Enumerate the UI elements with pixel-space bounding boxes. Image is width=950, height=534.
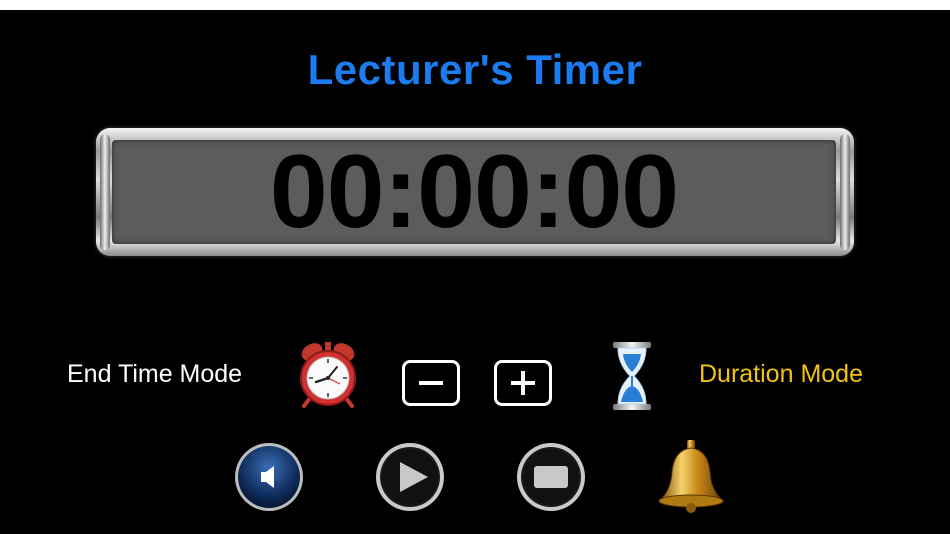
- timer-display: 00:00:00: [96, 128, 854, 256]
- end-time-mode-label[interactable]: End Time Mode: [67, 360, 242, 389]
- app-screen: Lecturer's Timer 00:00:00 End Time Mode: [0, 10, 950, 534]
- stop-button[interactable]: [516, 442, 586, 512]
- timer-readout: 00:00:00: [269, 134, 679, 250]
- hourglass-icon[interactable]: [610, 340, 654, 412]
- decrement-button[interactable]: [402, 360, 460, 406]
- play-icon: [376, 443, 444, 511]
- speaker-icon: [235, 443, 303, 511]
- play-button[interactable]: [375, 442, 445, 512]
- display-bezel-right: [840, 134, 850, 250]
- bell-icon[interactable]: [654, 438, 728, 516]
- timer-face: 00:00:00: [112, 140, 836, 244]
- app-title: Lecturer's Timer: [307, 46, 643, 93]
- minus-icon: [419, 381, 443, 385]
- duration-mode-label[interactable]: Duration Mode: [699, 360, 863, 389]
- increment-button[interactable]: [494, 360, 552, 406]
- sound-toggle-button[interactable]: [234, 442, 304, 512]
- stop-icon: [517, 443, 585, 511]
- display-bezel-left: [100, 134, 110, 250]
- plus-icon: [511, 371, 535, 395]
- alarm-clock-icon[interactable]: [298, 340, 358, 408]
